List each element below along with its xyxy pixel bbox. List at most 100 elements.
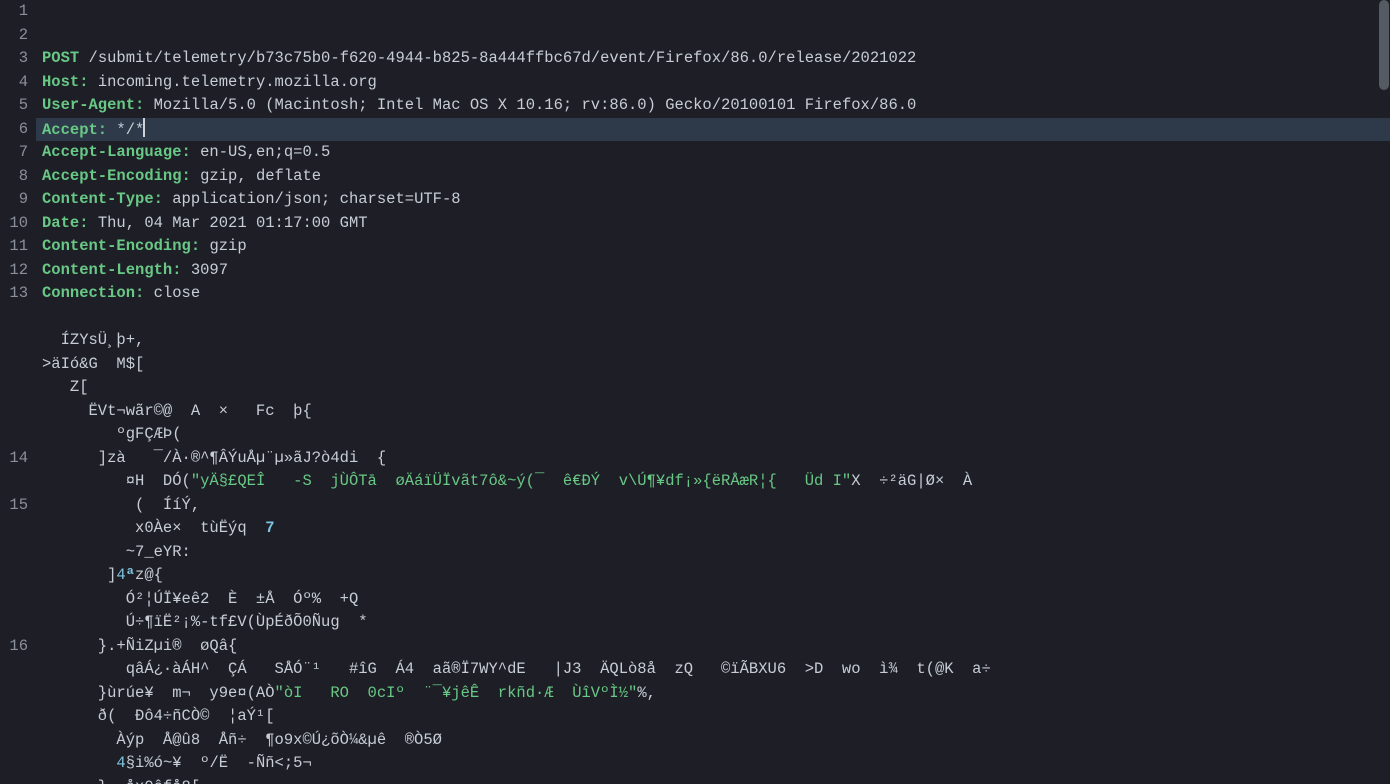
line-number [0, 564, 28, 588]
token: Mozilla/5.0 (Macintosh; Intel Mac OS X 1… [144, 96, 916, 114]
token: ]zà ¯/À·®^¶ÂÝuÅµ¨µ»ãJ?ò4di { [42, 449, 386, 467]
line-number: 12 [0, 259, 28, 283]
line-number: 8 [0, 165, 28, 189]
token: Content-Type: [42, 190, 163, 208]
token: Content-Length: [42, 261, 182, 279]
line-number [0, 658, 28, 682]
code-line: >äIó&G M$[ [36, 353, 1390, 377]
token: } åx0ôfå8[ [42, 778, 200, 784]
token: §i%ó~¥ º/Ë -Ññ<;5¬ [126, 754, 312, 772]
line-number: 13 [0, 282, 28, 306]
line-number: 15 [0, 494, 28, 518]
line-number: 16 [0, 635, 28, 659]
token: X ÷²äG|Ø× À [851, 472, 972, 490]
line-number [0, 423, 28, 447]
token: Accept-Encoding: [42, 167, 191, 185]
token: User-Agent: [42, 96, 144, 114]
code-line: Z[ [36, 376, 1390, 400]
token: Z[ [42, 378, 89, 396]
token: ÍZYsÜ¸þ+, [42, 331, 144, 349]
code-line: Content-Type: application/json; charset=… [36, 188, 1390, 212]
token: qâÁ¿·àÁH^ ÇÁ SÅÓ¨¹ #îG Á4 aã®Ï7WY^dE |J3… [42, 660, 991, 678]
token: }ùrúe¥ m¬ y9e¤(AÒ [42, 684, 275, 702]
token: ð( Ðô4÷ñCÒ© ¦aÝ¹[ [42, 707, 275, 725]
token: Accept-Language: [42, 143, 191, 161]
code-line: ~7_eYR: [36, 541, 1390, 565]
line-number-gutter: 12345678910111213141516 [0, 0, 36, 784]
code-line: 4§i%ó~¥ º/Ë -Ññ<;5¬ [36, 752, 1390, 776]
code-editor[interactable]: 12345678910111213141516 POST /submit/tel… [0, 0, 1390, 784]
token: gzip [200, 237, 247, 255]
line-number: 1 [0, 0, 28, 24]
code-line: Content-Length: 3097 [36, 259, 1390, 283]
token: ] [42, 566, 116, 584]
code-line: Connection: close [36, 282, 1390, 306]
line-number: 7 [0, 141, 28, 165]
token: z@{ [135, 566, 163, 584]
token: Accept: [42, 121, 107, 139]
token: en-US,en;q=0.5 [191, 143, 331, 161]
line-number [0, 611, 28, 635]
token: "yÄ§£QEÎ -S jÙÔTā øÄáïÜÏvãt7ô&~ý(¯ ê€ÐÝ … [191, 472, 851, 490]
code-line: ËVt¬wãr©@ A × Fc þ{ [36, 400, 1390, 424]
token: */* [107, 121, 144, 139]
token: Content-Encoding: [42, 237, 200, 255]
token: x0Àe× tùËýq [42, 519, 265, 537]
code-line: Date: Thu, 04 Mar 2021 01:17:00 GMT [36, 212, 1390, 236]
code-line: Àýp Å@û8 Åñ÷ ¶o9x©Ú¿õÒ¼&µê ®Ò5Ø [36, 729, 1390, 753]
scrollbar-thumb[interactable] [1379, 0, 1389, 90]
token: Connection: [42, 284, 144, 302]
token: POST [42, 49, 79, 67]
token: 7 [265, 519, 274, 537]
token: close [144, 284, 200, 302]
token: ( ÍíÝ, [42, 496, 200, 514]
line-number: 9 [0, 188, 28, 212]
token: ~7_eYR: [42, 543, 191, 561]
token: ª [126, 566, 135, 584]
line-number [0, 329, 28, 353]
code-line: }.+ÑiZµi® øQâ{ [36, 635, 1390, 659]
code-line: ¤H DÓ("yÄ§£QEÎ -S jÙÔTā øÄáïÜÏvãt7ô&~ý(¯… [36, 470, 1390, 494]
line-number: 10 [0, 212, 28, 236]
token: Àýp Å@û8 Åñ÷ ¶o9x©Ú¿õÒ¼&µê ®Ò5Ø [42, 731, 442, 749]
line-number [0, 682, 28, 706]
line-number [0, 376, 28, 400]
token: ºgFÇÆÞ( [42, 425, 182, 443]
token: Thu, 04 Mar 2021 01:17:00 GMT [89, 214, 368, 232]
token: incoming.telemetry.mozilla.org [89, 73, 377, 91]
code-line: Accept-Encoding: gzip, deflate [36, 165, 1390, 189]
token: gzip, deflate [191, 167, 321, 185]
token: Host: [42, 73, 89, 91]
code-line [36, 306, 1390, 330]
line-number [0, 306, 28, 330]
token: application/json; charset=UTF-8 [163, 190, 461, 208]
token: ËVt¬wãr©@ A × Fc þ{ [42, 402, 312, 420]
line-number [0, 517, 28, 541]
code-line: ºgFÇÆÞ( [36, 423, 1390, 447]
text-cursor [143, 118, 145, 137]
line-number [0, 541, 28, 565]
code-line: Ó²¦ÚÏ¥eê2 È ±Å Óº% +Q [36, 588, 1390, 612]
code-line: x0Àe× tùËýq 7 [36, 517, 1390, 541]
line-number: 5 [0, 94, 28, 118]
token: ¤H DÓ( [42, 472, 191, 490]
line-number: 11 [0, 235, 28, 259]
code-area[interactable]: POST /submit/telemetry/b73c75b0-f620-494… [36, 0, 1390, 784]
token: /submit/telemetry/b73c75b0-f620-4944-b82… [79, 49, 916, 67]
code-line: Accept-Language: en-US,en;q=0.5 [36, 141, 1390, 165]
code-line: }ùrúe¥ m¬ y9e¤(AÒ"òI RO 0cIº ¨¯¥jêÊ rkñd… [36, 682, 1390, 706]
scrollbar-track[interactable] [1378, 0, 1390, 784]
line-number [0, 470, 28, 494]
line-number [0, 353, 28, 377]
code-line: Content-Encoding: gzip [36, 235, 1390, 259]
token: }.+ÑiZµi® øQâ{ [42, 637, 237, 655]
code-line: ]zà ¯/À·®^¶ÂÝuÅµ¨µ»ãJ?ò4di { [36, 447, 1390, 471]
line-number: 14 [0, 447, 28, 471]
line-number: 4 [0, 71, 28, 95]
code-line: } åx0ôfå8[ [36, 776, 1390, 784]
code-line: Host: incoming.telemetry.mozilla.org [36, 71, 1390, 95]
code-line: ]4ªz@{ [36, 564, 1390, 588]
token: 4 [116, 754, 125, 772]
token: 4 [116, 566, 125, 584]
code-line: POST /submit/telemetry/b73c75b0-f620-494… [36, 47, 1390, 71]
